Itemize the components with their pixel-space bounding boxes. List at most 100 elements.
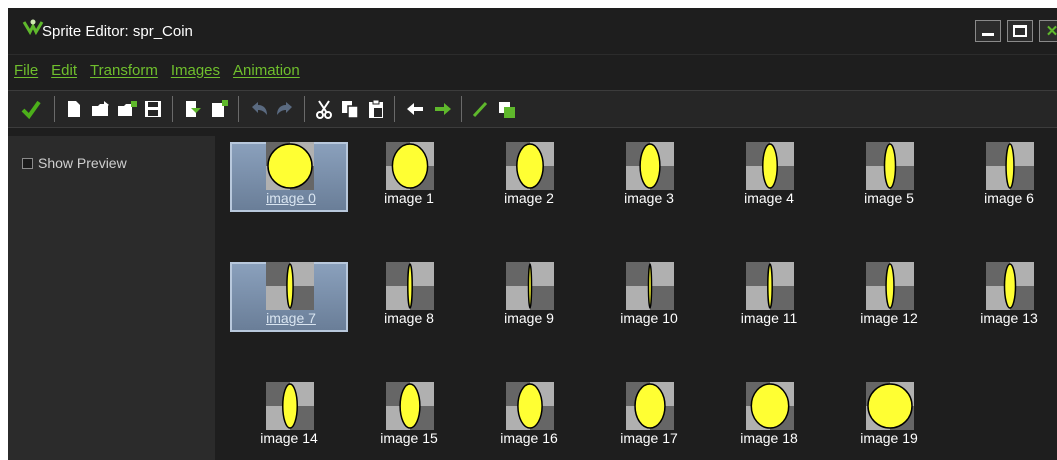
cut-icon[interactable] [313,98,335,120]
toolbar-separator [304,96,305,122]
open-folder-icon[interactable] [90,98,112,120]
sprite-frame-thumbnail [386,142,434,190]
image-label: image 1 [384,190,434,206]
image-tile[interactable]: image 10 [590,262,708,332]
image-tile[interactable]: image 14 [230,382,348,452]
close-button[interactable]: ✕ [1039,20,1057,42]
maximize-button[interactable] [1007,20,1033,42]
image-label: image 13 [980,310,1038,326]
image-label: image 5 [864,190,914,206]
gamemaker-logo-icon [22,19,44,36]
show-preview-checkbox[interactable] [22,157,33,169]
undo-icon[interactable] [248,98,270,120]
sprite-frame-thumbnail [266,382,314,430]
save-icon[interactable] [142,98,164,120]
sprite-frame-thumbnail [986,142,1034,190]
sprite-frame-thumbnail [746,382,794,430]
image-tile[interactable]: image 18 [710,382,828,452]
image-label: image 18 [740,430,798,446]
minimize-icon [982,33,994,36]
title-bar[interactable]: Sprite Editor: spr_Coin ✕ [8,8,1057,55]
image-tile[interactable]: image 0 [230,142,348,212]
coin-sprite [761,143,779,189]
arrow-left-icon[interactable] [404,98,426,120]
image-tile[interactable]: image 16 [470,382,588,452]
coin-sprite [391,143,429,189]
sprite-frame-thumbnail [626,262,674,310]
coin-sprite [647,263,653,309]
image-tile[interactable]: image 19 [830,382,948,452]
new-image-icon[interactable] [208,98,230,120]
menu-images[interactable]: Images [171,62,220,79]
maximize-icon [1013,25,1027,37]
coin-sprite [286,263,294,309]
image-tile[interactable]: image 8 [350,262,468,332]
toolbar-separator [238,96,239,122]
coin-sprite [281,383,299,429]
coin-sprite [517,383,543,429]
layers-icon[interactable] [496,98,518,120]
image-label: image 12 [860,310,918,326]
redo-icon[interactable] [274,98,296,120]
edit-pencil-icon[interactable] [470,98,492,120]
coin-sprite [883,143,897,189]
sprite-frame-thumbnail [866,262,914,310]
image-tile[interactable]: image 13 [950,262,1057,332]
image-label: image 17 [620,430,678,446]
close-icon: ✕ [1045,23,1057,40]
image-tile[interactable]: image 7 [230,262,348,332]
image-tile[interactable]: image 2 [470,142,588,212]
show-preview-label: Show Preview [38,155,127,171]
image-label: image 14 [260,430,318,446]
coin-sprite [750,383,790,429]
add-from-file-icon[interactable] [116,98,138,120]
image-tile[interactable]: image 5 [830,142,948,212]
toolbar-separator [172,96,173,122]
sprite-frame-thumbnail [506,382,554,430]
image-tile[interactable]: image 4 [710,142,828,212]
coin-sprite [634,383,666,429]
image-tile[interactable]: image 15 [350,382,468,452]
sprite-frame-thumbnail [626,382,674,430]
paste-icon[interactable] [365,98,387,120]
image-label: image 19 [860,430,918,446]
image-label: image 7 [266,310,316,326]
image-tile[interactable]: image 11 [710,262,828,332]
image-tile[interactable]: image 6 [950,142,1057,212]
coin-sprite [885,263,895,309]
menu-transform[interactable]: Transform [90,62,158,79]
sprite-frame-thumbnail [746,262,794,310]
menu-bar: File Edit Transform Images Animation [8,58,1057,82]
image-tile[interactable]: image 3 [590,142,708,212]
image-tile[interactable]: image 9 [470,262,588,332]
toolbar-separator [461,96,462,122]
image-label: image 16 [500,430,558,446]
copy-icon[interactable] [339,98,361,120]
arrow-right-icon[interactable] [432,98,454,120]
minimize-button[interactable] [975,20,1001,42]
image-tile[interactable]: image 17 [590,382,708,452]
confirm-check-icon[interactable] [20,98,42,120]
coin-sprite [407,263,413,309]
image-label: image 10 [620,310,678,326]
sprite-frame-thumbnail [266,262,314,310]
image-tile[interactable]: image 12 [830,262,948,332]
toolbar-separator [54,96,55,122]
new-file-icon[interactable] [63,98,85,120]
coin-sprite [1003,263,1017,309]
import-icon[interactable] [181,98,203,120]
image-tile[interactable]: image 1 [350,142,468,212]
coin-sprite [1005,143,1015,189]
toolbar-separator [394,96,395,122]
coin-sprite [399,383,421,429]
sprite-frame-thumbnail [986,262,1034,310]
window-controls: ✕ [975,20,1057,44]
image-label: image 6 [984,190,1034,206]
menu-edit[interactable]: Edit [51,62,77,79]
image-label: image 15 [380,430,438,446]
menu-animation[interactable]: Animation [233,62,300,79]
image-label: image 11 [740,310,798,326]
show-preview-toggle[interactable]: Show Preview [22,155,127,171]
menu-file[interactable]: File [14,62,38,79]
image-grid: image 0 image 1 image 2 image 3 image 4 image… [216,136,1057,460]
